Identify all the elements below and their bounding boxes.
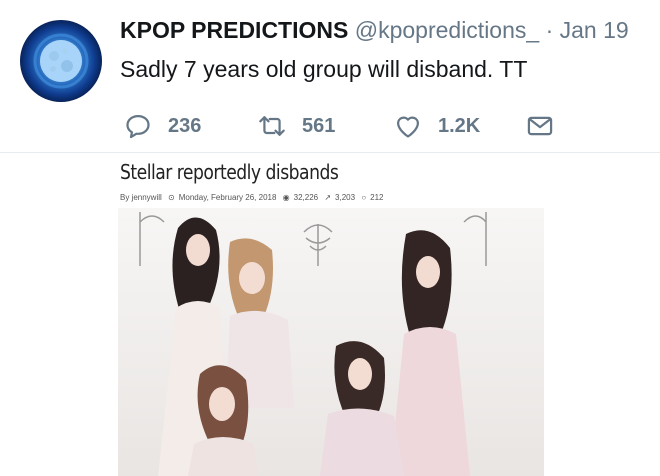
separator-dot: · — [545, 17, 554, 43]
reply-count: 236 — [168, 114, 202, 137]
tweet-actions: 236 561 1.2K — [120, 108, 660, 144]
article-card[interactable]: Stellar reportedly disbands By jennywill… — [118, 156, 544, 476]
group-photo — [118, 208, 544, 476]
article-byline: By jennywill — [120, 193, 162, 202]
article-comments: 212 — [370, 193, 384, 202]
heart-icon — [396, 116, 420, 138]
moon-image — [33, 33, 89, 89]
tweet-text: Sadly 7 years old group will disband. TT — [120, 56, 528, 82]
share-icon: ↗ — [324, 193, 332, 202]
like-count: 1.2K — [438, 114, 481, 137]
direct-message-button[interactable] — [526, 108, 554, 144]
article-meta: By jennywill ⊙ Monday, February 26, 2018 … — [120, 193, 388, 202]
retweet-count: 561 — [302, 114, 336, 137]
comment-icon: ○ — [361, 193, 367, 202]
profile-avatar[interactable] — [20, 20, 102, 102]
article-date: Monday, February 26, 2018 — [178, 193, 277, 202]
like-button[interactable]: 1.2K — [394, 108, 480, 144]
eye-icon: ◉ — [282, 193, 290, 202]
reply-button[interactable]: 236 — [124, 108, 201, 144]
article-photo[interactable] — [118, 208, 544, 476]
envelope-icon — [527, 116, 553, 136]
user-handle[interactable]: @kpopredictions_ — [355, 17, 539, 43]
reply-icon — [126, 114, 150, 139]
tweet-header: KPOP PREDICTIONS @kpopredictions_ · Jan … — [120, 17, 629, 44]
retweet-button[interactable]: 561 — [258, 108, 335, 144]
display-name[interactable]: KPOP PREDICTIONS — [120, 17, 348, 43]
retweet-icon — [259, 116, 285, 136]
tweet-date[interactable]: Jan 19 — [560, 17, 629, 43]
article-views: 32,226 — [293, 193, 319, 202]
clock-icon: ⊙ — [168, 193, 175, 202]
article-shares: 3,203 — [335, 193, 356, 202]
article-headline[interactable]: Stellar reportedly disbands — [120, 160, 339, 184]
tweet-divider — [0, 152, 660, 153]
